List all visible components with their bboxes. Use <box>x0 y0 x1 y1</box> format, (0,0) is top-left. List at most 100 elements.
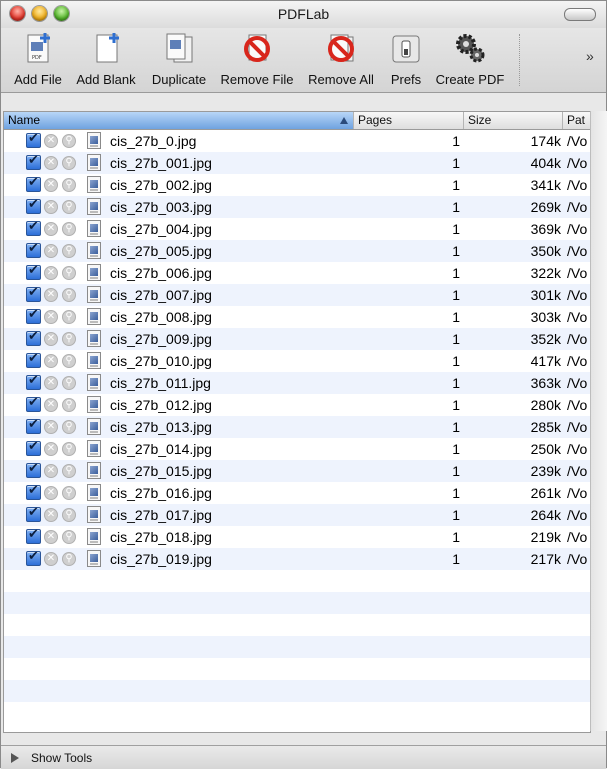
remove-all-button[interactable]: Remove All <box>305 32 377 87</box>
include-checkbox[interactable] <box>26 461 41 478</box>
preview-magnifier-icon[interactable]: ⚲ <box>62 310 76 324</box>
include-checkbox[interactable] <box>26 131 41 148</box>
toolbar-toggle-button[interactable] <box>564 8 596 21</box>
include-checkbox[interactable] <box>26 527 41 544</box>
remove-row-icon[interactable]: ✕ <box>44 420 58 434</box>
table-row[interactable]: ✕ ⚲ cis_27b_006.jpg 1 322k/Vo <box>4 262 590 284</box>
table-row[interactable]: ✕ ⚲ cis_27b_014.jpg 1 250k/Vo <box>4 438 590 460</box>
disclosure-triangle-icon[interactable] <box>11 753 19 763</box>
preview-magnifier-icon[interactable]: ⚲ <box>62 486 76 500</box>
preview-magnifier-icon[interactable]: ⚲ <box>62 552 76 566</box>
preview-magnifier-icon[interactable]: ⚲ <box>62 200 76 214</box>
table-row[interactable]: ✕ ⚲ cis_27b_013.jpg 1 285k/Vo <box>4 416 590 438</box>
table-row[interactable]: ✕ ⚲ cis_27b_011.jpg 1 363k/Vo <box>4 372 590 394</box>
include-checkbox[interactable] <box>26 175 41 192</box>
table-row[interactable]: ✕ ⚲ cis_27b_002.jpg 1 341k/Vo <box>4 174 590 196</box>
include-checkbox[interactable] <box>26 549 41 566</box>
remove-row-icon[interactable]: ✕ <box>44 266 58 280</box>
remove-row-icon[interactable]: ✕ <box>44 200 58 214</box>
remove-row-icon[interactable]: ✕ <box>44 222 58 236</box>
remove-row-icon[interactable]: ✕ <box>44 552 58 566</box>
table-row[interactable]: ✕ ⚲ cis_27b_009.jpg 1 352k/Vo <box>4 328 590 350</box>
remove-row-icon[interactable]: ✕ <box>44 398 58 412</box>
include-checkbox[interactable] <box>26 219 41 236</box>
table-row[interactable]: ✕ ⚲ cis_27b_018.jpg 1 219k/Vo <box>4 526 590 548</box>
preview-magnifier-icon[interactable]: ⚲ <box>62 442 76 456</box>
table-row[interactable]: ✕ ⚲ cis_27b_008.jpg 1 303k/Vo <box>4 306 590 328</box>
remove-row-icon[interactable]: ✕ <box>44 134 58 148</box>
empty-table-row <box>4 658 590 680</box>
remove-row-icon[interactable]: ✕ <box>44 354 58 368</box>
preview-magnifier-icon[interactable]: ⚲ <box>62 398 76 412</box>
include-checkbox[interactable] <box>26 417 41 434</box>
remove-file-button[interactable]: Remove File <box>218 32 296 87</box>
remove-row-icon[interactable]: ✕ <box>44 244 58 258</box>
remove-row-icon[interactable]: ✕ <box>44 310 58 324</box>
include-checkbox[interactable] <box>26 153 41 170</box>
preview-magnifier-icon[interactable]: ⚲ <box>62 156 76 170</box>
preview-magnifier-icon[interactable]: ⚲ <box>62 464 76 478</box>
duplicate-button[interactable]: Duplicate <box>148 32 210 87</box>
file-pages: 1 <box>452 551 460 567</box>
remove-row-icon[interactable]: ✕ <box>44 288 58 302</box>
table-row[interactable]: ✕ ⚲ cis_27b_016.jpg 1 261k/Vo <box>4 482 590 504</box>
include-checkbox[interactable] <box>26 197 41 214</box>
table-row[interactable]: ✕ ⚲ cis_27b_003.jpg 1 269k/Vo <box>4 196 590 218</box>
prefs-button[interactable]: Prefs <box>386 32 426 87</box>
remove-row-icon[interactable]: ✕ <box>44 376 58 390</box>
remove-row-icon[interactable]: ✕ <box>44 156 58 170</box>
table-row[interactable]: ✕ ⚲ cis_27b_0.jpg 1 174k/Vo <box>4 130 590 152</box>
include-checkbox[interactable] <box>26 439 41 456</box>
table-row[interactable]: ✕ ⚲ cis_27b_001.jpg 1 404k/Vo <box>4 152 590 174</box>
include-checkbox[interactable] <box>26 505 41 522</box>
remove-row-icon[interactable]: ✕ <box>44 178 58 192</box>
table-row[interactable]: ✕ ⚲ cis_27b_019.jpg 1 217k/Vo <box>4 548 590 570</box>
preview-magnifier-icon[interactable]: ⚲ <box>62 222 76 236</box>
add-blank-button[interactable]: Add Blank <box>74 32 138 87</box>
preview-magnifier-icon[interactable]: ⚲ <box>62 332 76 346</box>
column-header-name[interactable]: Name <box>4 112 354 129</box>
include-checkbox[interactable] <box>26 241 41 258</box>
remove-row-icon[interactable]: ✕ <box>44 508 58 522</box>
column-header-size[interactable]: Size <box>464 112 563 129</box>
table-row[interactable]: ✕ ⚲ cis_27b_004.jpg 1 369k/Vo <box>4 218 590 240</box>
table-row[interactable]: ✕ ⚲ cis_27b_007.jpg 1 301k/Vo <box>4 284 590 306</box>
add-file-button[interactable]: PDF Add File <box>10 32 66 87</box>
preview-magnifier-icon[interactable]: ⚲ <box>62 178 76 192</box>
include-checkbox[interactable] <box>26 329 41 346</box>
preview-magnifier-icon[interactable]: ⚲ <box>62 420 76 434</box>
include-checkbox[interactable] <box>26 483 41 500</box>
remove-row-icon[interactable]: ✕ <box>44 486 58 500</box>
empty-table-row <box>4 680 590 702</box>
table-row[interactable]: ✕ ⚲ cis_27b_015.jpg 1 239k/Vo <box>4 460 590 482</box>
toolbar-overflow-button[interactable]: » <box>586 48 594 64</box>
table-row[interactable]: ✕ ⚲ cis_27b_010.jpg 1 417k/Vo <box>4 350 590 372</box>
include-checkbox[interactable] <box>26 285 41 302</box>
show-tools-label[interactable]: Show Tools <box>31 751 92 765</box>
remove-row-icon[interactable]: ✕ <box>44 530 58 544</box>
file-size: 404k <box>530 155 561 171</box>
remove-row-icon[interactable]: ✕ <box>44 464 58 478</box>
column-header-path[interactable]: Pat <box>563 112 590 129</box>
include-checkbox[interactable] <box>26 395 41 412</box>
table-row[interactable]: ✕ ⚲ cis_27b_017.jpg 1 264k/Vo <box>4 504 590 526</box>
table-row[interactable]: ✕ ⚲ cis_27b_005.jpg 1 350k/Vo <box>4 240 590 262</box>
include-checkbox[interactable] <box>26 263 41 280</box>
preview-magnifier-icon[interactable]: ⚲ <box>62 376 76 390</box>
preview-magnifier-icon[interactable]: ⚲ <box>62 530 76 544</box>
column-header-pages[interactable]: Pages <box>354 112 464 129</box>
create-pdf-button[interactable]: Create PDF <box>434 32 506 87</box>
preview-magnifier-icon[interactable]: ⚲ <box>62 244 76 258</box>
preview-magnifier-icon[interactable]: ⚲ <box>62 134 76 148</box>
remove-row-icon[interactable]: ✕ <box>44 442 58 456</box>
include-checkbox[interactable] <box>26 373 41 390</box>
include-checkbox[interactable] <box>26 307 41 324</box>
preview-magnifier-icon[interactable]: ⚲ <box>62 266 76 280</box>
vertical-scrollbar[interactable] <box>590 111 607 731</box>
preview-magnifier-icon[interactable]: ⚲ <box>62 508 76 522</box>
preview-magnifier-icon[interactable]: ⚲ <box>62 288 76 302</box>
preview-magnifier-icon[interactable]: ⚲ <box>62 354 76 368</box>
include-checkbox[interactable] <box>26 351 41 368</box>
remove-row-icon[interactable]: ✕ <box>44 332 58 346</box>
table-row[interactable]: ✕ ⚲ cis_27b_012.jpg 1 280k/Vo <box>4 394 590 416</box>
